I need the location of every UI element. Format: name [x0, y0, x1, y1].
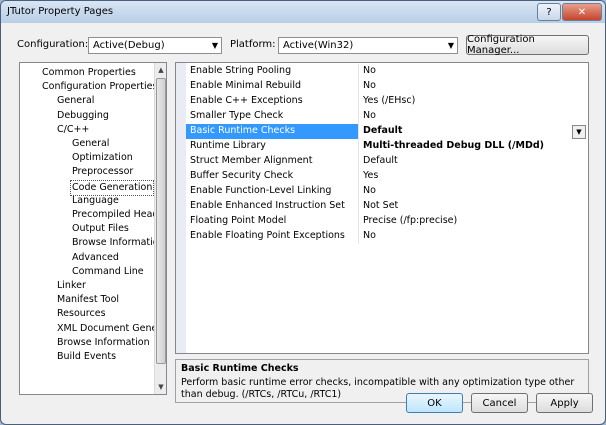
property-name: Runtime Library [190, 140, 266, 151]
property-value[interactable]: No [363, 80, 376, 91]
platform-value: Active(Win32) [283, 40, 354, 51]
column-divider [358, 79, 359, 94]
tree-item[interactable]: Browse Information [72, 236, 165, 250]
ok-button[interactable]: OK [406, 393, 463, 413]
column-divider [358, 169, 359, 184]
tree-item[interactable]: Optimization [72, 151, 133, 165]
tree-item[interactable]: Preprocessor [72, 165, 133, 179]
tree-item[interactable]: Browse Information [57, 336, 150, 350]
column-divider [358, 199, 359, 214]
tree-item[interactable]: General [57, 94, 94, 108]
property-name: Buffer Security Check [190, 170, 294, 181]
column-divider [358, 229, 359, 244]
property-name: Enable Minimal Rebuild [190, 80, 301, 91]
property-name: Struct Member Alignment [190, 155, 313, 166]
window-title: JTutor Property Pages [7, 6, 114, 17]
configuration-value: Active(Debug) [93, 40, 165, 51]
tree-item[interactable]: Manifest Tool [57, 293, 119, 307]
tree-item[interactable]: C/C++ [57, 123, 89, 137]
scroll-thumb[interactable] [156, 78, 166, 364]
property-row[interactable]: Enable Floating Point Exceptions No [186, 229, 588, 244]
property-row[interactable]: Enable String Pooling No [186, 64, 588, 79]
column-divider [358, 214, 359, 229]
property-row[interactable]: Smaller Type Check No [186, 109, 588, 124]
property-row[interactable]: Floating Point Model Precise (/fp:precise… [186, 214, 588, 229]
column-divider [358, 124, 359, 139]
platform-label: Platform: [230, 39, 276, 50]
property-row[interactable]: Runtime Library Multi-threaded Debug DLL … [186, 139, 588, 154]
tree-item[interactable]: Configuration Properties [42, 80, 157, 94]
title-bar[interactable]: JTutor Property Pages ? ✕ [1, 1, 605, 23]
property-pages-window: JTutor Property Pages ? ✕ Configuration:… [0, 0, 606, 425]
chevron-down-icon[interactable]: ▼ [572, 125, 586, 139]
property-value[interactable]: Default [363, 125, 402, 136]
tree-item[interactable]: Advanced [72, 251, 119, 265]
configuration-label: Configuration: [17, 39, 89, 50]
property-value[interactable]: Yes (/EHsc) [363, 95, 415, 106]
configuration-select[interactable]: Active(Debug) ▼ [88, 37, 222, 54]
tree-scrollbar[interactable]: ▲ ▼ [154, 63, 166, 394]
column-divider [358, 64, 359, 79]
property-value[interactable]: No [363, 185, 376, 196]
property-row[interactable]: Enable Enhanced Instruction Set Not Set [186, 199, 588, 214]
platform-select[interactable]: Active(Win32) ▼ [278, 37, 458, 54]
tree-item[interactable]: Linker [57, 279, 86, 293]
property-value[interactable]: Precise (/fp:precise) [363, 215, 457, 226]
tree-item[interactable]: Precompiled Heade [72, 208, 164, 222]
category-tree[interactable]: Common Properties Configuration Propertie… [19, 62, 167, 395]
tree-item[interactable]: General [72, 137, 109, 151]
tree-item[interactable]: Command Line [72, 265, 144, 279]
column-divider [358, 184, 359, 199]
chevron-down-icon: ▼ [211, 41, 218, 50]
property-name: Enable C++ Exceptions [190, 95, 303, 106]
property-row[interactable]: Struct Member Alignment Default [186, 154, 588, 169]
column-divider [358, 94, 359, 109]
property-value[interactable]: No [363, 65, 376, 76]
property-name: Basic Runtime Checks [190, 125, 296, 136]
property-value[interactable]: No [363, 230, 376, 241]
property-row[interactable]: Enable Minimal Rebuild No [186, 79, 588, 94]
property-name: Enable Function-Level Linking [190, 185, 332, 196]
tree-item[interactable]: Debugging [57, 109, 109, 123]
dialog-body: Configuration: Active(Debug) ▼ Platform:… [5, 25, 601, 420]
grid-gutter [176, 63, 186, 353]
property-row[interactable]: Buffer Security Check Yes [186, 169, 588, 184]
tree-item[interactable]: Common Properties [42, 66, 136, 80]
property-name: Enable Enhanced Instruction Set [190, 200, 345, 211]
tree-item[interactable]: Output Files [72, 222, 129, 236]
configuration-manager-button[interactable]: Configuration Manager... [466, 34, 589, 56]
tree-item[interactable]: Build Events [57, 350, 116, 364]
property-row[interactable]: Enable Function-Level Linking No [186, 184, 588, 199]
property-value[interactable]: Default [363, 155, 398, 166]
help-button[interactable]: ? [537, 3, 561, 21]
property-row[interactable]: Enable C++ Exceptions Yes (/EHsc) [186, 94, 588, 109]
column-divider [358, 154, 359, 169]
close-button[interactable]: ✕ [562, 3, 602, 21]
tree-item[interactable]: Resources [57, 307, 106, 321]
cancel-button[interactable]: Cancel [471, 393, 528, 413]
property-value[interactable]: No [363, 110, 376, 121]
property-name: Enable Floating Point Exceptions [190, 230, 345, 241]
property-row[interactable]: Basic Runtime Checks Default ▼ [186, 124, 588, 139]
property-name: Enable String Pooling [190, 65, 292, 76]
tree-item[interactable]: Language [72, 194, 119, 208]
column-divider [358, 139, 359, 154]
chevron-down-icon: ▼ [447, 41, 454, 50]
property-name: Smaller Type Check [190, 110, 284, 121]
scroll-down-icon[interactable]: ▼ [155, 380, 166, 394]
apply-button[interactable]: Apply [536, 393, 593, 413]
property-value[interactable]: Yes [363, 170, 378, 181]
property-value[interactable]: Not Set [363, 200, 398, 211]
property-name: Floating Point Model [190, 215, 287, 226]
column-divider [358, 109, 359, 124]
property-value[interactable]: Multi-threaded Debug DLL (/MDd) [363, 140, 544, 151]
property-grid[interactable]: Enable String Pooling No Enable Minimal Re… [175, 62, 589, 354]
tree-item[interactable]: XML Document Genera [57, 322, 166, 336]
scroll-up-icon[interactable]: ▲ [155, 63, 166, 77]
description-title: Basic Runtime Checks [181, 363, 299, 374]
